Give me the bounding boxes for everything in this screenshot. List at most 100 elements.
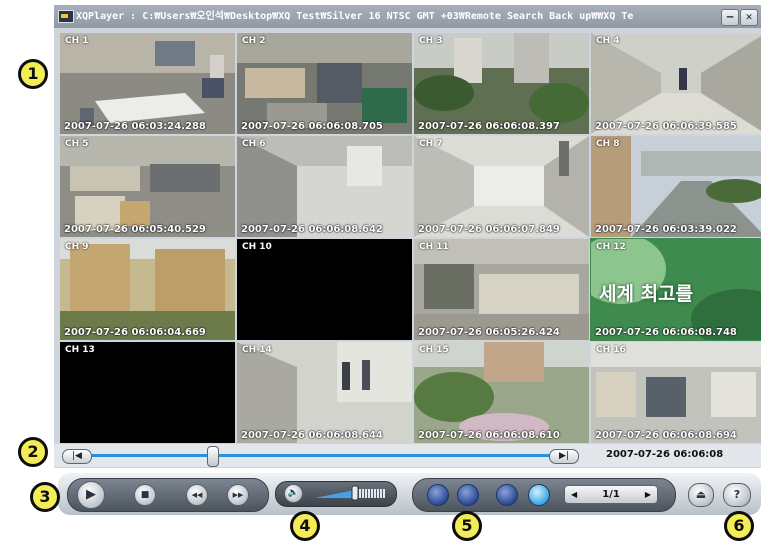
callout-2: 2 — [18, 437, 48, 467]
channel-timestamp: 2007-07-26 06:06:08.642 — [241, 224, 383, 235]
channel-label: CH 5 — [65, 139, 89, 149]
channel-tile[interactable]: CH 1 2007-07-26 06:03:24.288 — [60, 33, 235, 134]
fast-forward-icon: ▶▶ — [232, 491, 244, 499]
channel-tile[interactable]: CH 5 2007-07-26 06:05:40.529 — [60, 136, 235, 237]
camera-feed-room — [237, 136, 412, 237]
channel-tile[interactable]: CH 14 2007-07-26 06:06:08.644 — [237, 342, 412, 443]
skip-end-button[interactable]: ▶| — [549, 449, 579, 464]
app-icon — [58, 10, 74, 23]
volume-tick — [380, 489, 382, 498]
page-next-button[interactable]: ▶ — [645, 486, 651, 503]
volume-tick — [365, 489, 367, 498]
channel-tile[interactable]: CH 4 2007-07-26 06:06:39.585 — [591, 33, 761, 134]
channel-label: CH 4 — [596, 36, 620, 46]
current-time: 2007-07-26 06:06:08 — [606, 449, 724, 460]
camera-feed-storage — [414, 239, 589, 340]
volume-tick — [371, 489, 373, 498]
channel-timestamp: 2007-07-26 06:06:04.669 — [64, 327, 206, 338]
channel-tile[interactable]: CH 16 2007-07-26 06:06:08.694 — [591, 342, 761, 443]
channel-tile[interactable]: CH 3 2007-07-26 06:06:08.397 — [414, 33, 589, 134]
skip-start-icon: |◀ — [72, 451, 82, 461]
window-title: XQPlayer : C:₩Users₩오인석₩Desktop₩XQ Test₩… — [76, 11, 634, 22]
channel-tile[interactable]: CH 8 2007-07-26 06:03:39.022 — [591, 136, 761, 237]
page-indicator: 1/1 — [602, 489, 620, 500]
camera-feed-apartments — [60, 239, 235, 340]
volume-tick — [374, 489, 376, 498]
channel-timestamp: 2007-07-26 06:05:26.424 — [418, 327, 560, 338]
channel-label: CH 9 — [65, 242, 89, 252]
help-icon: ? — [733, 488, 741, 501]
channel-tile[interactable]: CH 15 2007-07-26 06:06:08.610 — [414, 342, 589, 443]
channel-label: CH 16 — [596, 345, 626, 355]
volume-slider[interactable] — [315, 485, 387, 501]
camera-feed-lobby — [237, 342, 412, 443]
minimize-button[interactable]: – — [721, 9, 739, 26]
camera-feed-hallway — [414, 136, 589, 237]
speaker-icon: 🔈 — [287, 488, 300, 498]
skip-end-icon: ▶| — [559, 451, 569, 461]
channel-label: CH 14 — [242, 345, 272, 355]
channel-tile[interactable]: CH 10 — [237, 239, 412, 340]
help-button[interactable]: ? — [723, 483, 751, 507]
channel-label: CH 15 — [419, 345, 449, 355]
timeline-track[interactable] — [92, 454, 552, 457]
layout-16-button[interactable] — [528, 484, 550, 506]
channel-label: CH 11 — [419, 242, 449, 252]
timeline-slider-thumb[interactable] — [206, 446, 219, 467]
callout-3: 3 — [30, 482, 60, 512]
play-button[interactable]: ▶ — [77, 481, 105, 509]
camera-feed-office — [237, 33, 412, 134]
channel-timestamp: 2007-07-26 06:06:08.694 — [595, 430, 737, 441]
camera-feed-street — [591, 136, 761, 237]
channel-label: CH 7 — [419, 139, 443, 149]
title-bar[interactable]: XQPlayer : C:₩Users₩오인석₩Desktop₩XQ Test₩… — [54, 5, 761, 28]
volume-tick — [362, 489, 364, 498]
channel-timestamp: 2007-07-26 06:06:08.748 — [595, 327, 737, 338]
mute-button[interactable]: 🔈 — [284, 484, 303, 503]
page-prev-button[interactable]: ◀ — [571, 486, 577, 503]
channel-label: CH 1 — [65, 36, 89, 46]
layout-4-button[interactable] — [457, 484, 479, 506]
camera-feed-lab — [60, 136, 235, 237]
channel-timestamp: 2007-07-26 06:06:07.849 — [418, 224, 560, 235]
eject-button[interactable]: ⏏ — [688, 483, 714, 507]
channel-timestamp: 2007-07-26 06:06:08.705 — [241, 121, 383, 132]
channel-tile[interactable]: CH 6 2007-07-26 06:06:08.642 — [237, 136, 412, 237]
camera-grid: CH 1 2007-07-26 06:03:24.288 CH 2 2007-0… — [58, 31, 761, 443]
channel-tile[interactable]: CH 13 — [60, 342, 235, 443]
layout-1-button[interactable] — [427, 484, 449, 506]
channel-timestamp: 2007-07-26 06:03:39.022 — [595, 224, 737, 235]
channel-label: CH 13 — [65, 345, 95, 355]
rewind-icon: ◀◀ — [191, 491, 203, 499]
channel-overlay-text: 세계 최고를 — [599, 283, 694, 305]
channel-timestamp: 2007-07-26 06:05:40.529 — [64, 224, 206, 235]
callout-1: 1 — [18, 59, 48, 89]
camera-feed-corridor — [591, 33, 761, 134]
play-icon: ▶ — [86, 487, 96, 502]
channel-tile[interactable]: CH 7 2007-07-26 06:06:07.849 — [414, 136, 589, 237]
fast-forward-button[interactable]: ▶▶ — [227, 484, 249, 506]
stop-icon: ■ — [140, 490, 150, 500]
channel-tile[interactable]: CH 11 2007-07-26 06:05:26.424 — [414, 239, 589, 340]
rewind-button[interactable]: ◀◀ — [186, 484, 208, 506]
channel-tile[interactable]: CH 2 2007-07-26 06:06:08.705 — [237, 33, 412, 134]
eject-icon: ⏏ — [695, 488, 707, 501]
channel-label: CH 12 — [596, 242, 626, 252]
channel-tile[interactable]: CH 9 2007-07-26 06:06:04.669 — [60, 239, 235, 340]
stop-button[interactable]: ■ — [134, 484, 156, 506]
volume-thumb[interactable] — [351, 485, 359, 501]
skip-start-button[interactable]: |◀ — [62, 449, 92, 464]
volume-tick — [377, 489, 379, 498]
channel-timestamp: 2007-07-26 06:06:08.610 — [418, 430, 560, 441]
channel-label: CH 8 — [596, 139, 620, 149]
channel-timestamp: 2007-07-26 06:06:39.585 — [595, 121, 737, 132]
channel-label: CH 3 — [419, 36, 443, 46]
page-selector: ◀ 1/1 ▶ — [564, 485, 658, 504]
callout-5: 5 — [452, 511, 482, 541]
channel-tile[interactable]: CH 12 세계 최고를 2007-07-26 06:06:08.748 — [590, 238, 761, 341]
close-button[interactable]: ✕ — [740, 9, 758, 26]
layout-9-button[interactable] — [496, 484, 518, 506]
volume-tick — [368, 489, 370, 498]
camera-feed-courtyard — [414, 342, 589, 443]
channel-label: CH 10 — [242, 242, 272, 252]
